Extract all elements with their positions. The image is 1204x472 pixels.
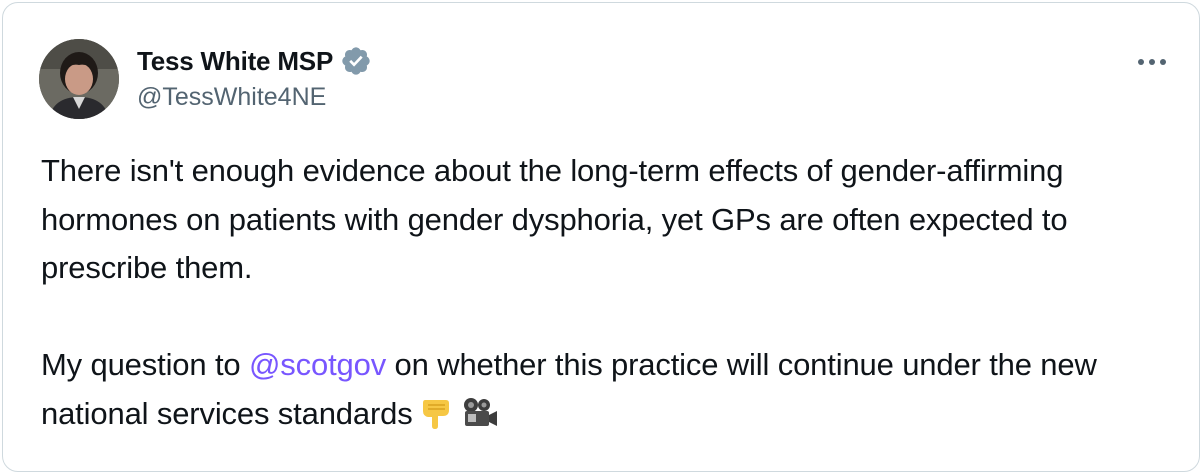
avatar-photo [39, 39, 119, 119]
more-dots-icon [1138, 59, 1166, 65]
tweet-text: There isn't enough evidence about the lo… [41, 147, 1181, 444]
more-options-button[interactable] [1129, 43, 1175, 81]
movie-camera-icon [459, 396, 499, 445]
author-name-row: Tess White MSP [137, 43, 372, 79]
author-avatar[interactable] [39, 39, 119, 119]
author-handle[interactable]: @TessWhite4NE [137, 83, 326, 112]
verified-badge-icon [340, 45, 372, 77]
paragraph-2-lead: My question to [41, 347, 249, 382]
mention-link-scotgov[interactable]: @scotgov [249, 347, 386, 382]
tweet-card: Tess White MSP @TessWhite4NE There isn't… [2, 2, 1200, 472]
tweet-paragraph-1: There isn't enough evidence about the lo… [41, 153, 1068, 285]
author-display-name[interactable]: Tess White MSP [137, 46, 333, 77]
tweet-paragraph-2: My question to @scotgov on whether this … [41, 341, 1181, 444]
pointing-down-icon [419, 396, 453, 445]
